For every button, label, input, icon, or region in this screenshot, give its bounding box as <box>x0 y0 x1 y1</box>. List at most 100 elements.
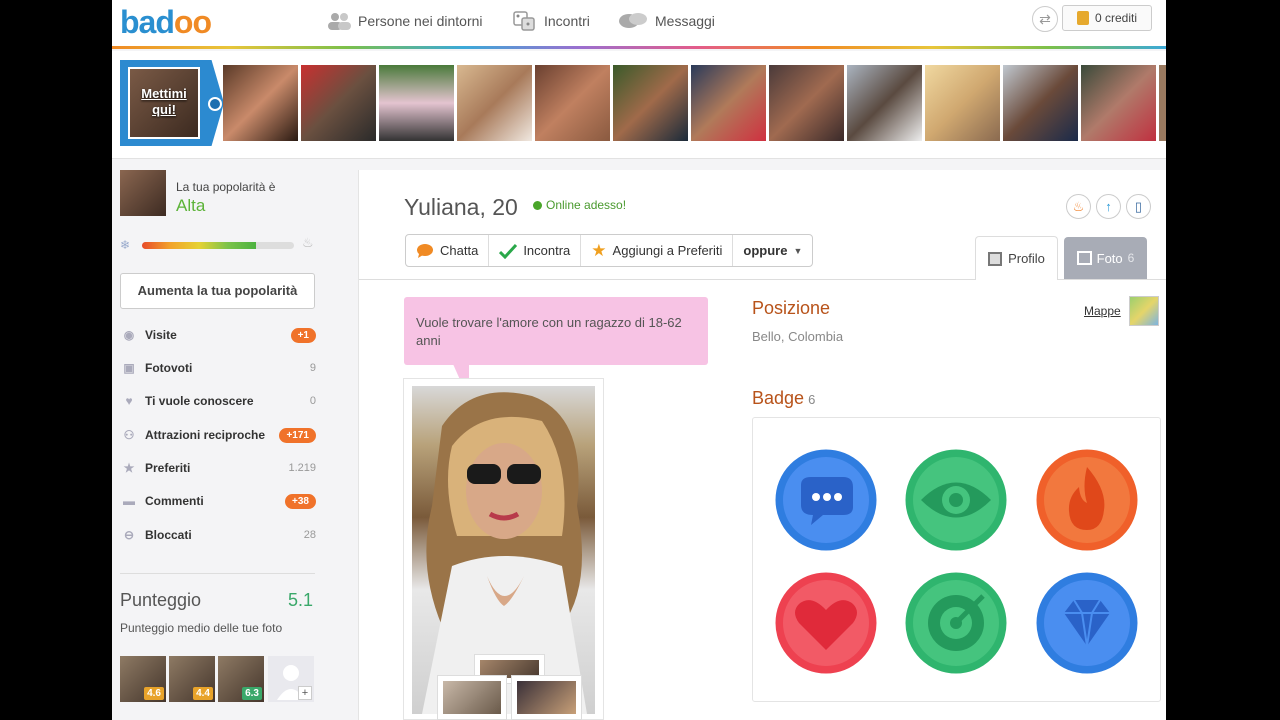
popularity-label: La tua popolarità è <box>176 180 276 194</box>
strip-thumb[interactable] <box>613 65 688 141</box>
plus-icon: + <box>298 686 312 700</box>
target-badge-icon[interactable] <box>901 568 1011 678</box>
chat-label: Chatta <box>440 243 479 258</box>
thumbnail-image <box>443 681 501 714</box>
two-people-icon: ⚇ <box>123 428 135 442</box>
add-icon <box>208 97 222 111</box>
profile-panel: Yuliana, 20 Online adesso! ♨ ↑ ▯ Chatta … <box>358 170 1166 720</box>
check-icon <box>499 243 518 259</box>
star-icon: ★ <box>123 461 135 475</box>
tab-photos[interactable]: Foto 6 <box>1064 237 1147 279</box>
switch-icon[interactable]: ⇄ <box>1032 6 1058 32</box>
target-badge-graphic <box>902 569 1010 677</box>
score-title: Punteggio <box>120 590 202 610</box>
strip-thumb[interactable] <box>379 65 454 141</box>
arrow-up-icon[interactable]: ↑ <box>1096 194 1121 219</box>
credits-button[interactable]: 0 crediti <box>1062 5 1152 31</box>
stat-comments[interactable]: ▬ Commenti +38 <box>120 490 316 512</box>
mobile-icon[interactable]: ▯ <box>1126 194 1151 219</box>
rated-photo[interactable]: 6.3 <box>218 656 264 702</box>
photo-rating: 4.4 <box>193 687 213 700</box>
strip-thumb[interactable] <box>1003 65 1078 141</box>
profile-name: Yuliana, 20 <box>404 194 518 220</box>
add-photo-button[interactable]: + <box>268 656 314 702</box>
chat-badge-icon[interactable] <box>771 445 881 555</box>
add-favorite-label: Aggiungi a Preferiti <box>612 243 723 258</box>
position-value: Bello, Colombia <box>752 329 844 344</box>
heart-badge-graphic <box>772 569 880 677</box>
stat-label: Preferiti <box>145 461 191 475</box>
stat-mutual-attractions[interactable]: ⚇ Attrazioni reciproche +171 <box>120 424 316 446</box>
coin-icon <box>1076 11 1089 25</box>
strip-thumb[interactable] <box>1081 65 1156 141</box>
strip-thumb[interactable] <box>769 65 844 141</box>
add-favorite-button[interactable]: ★ Aggiungi a Preferiti <box>581 235 734 266</box>
stat-label: Ti vuole conoscere <box>145 394 254 408</box>
strip-thumb[interactable] <box>847 65 922 141</box>
badoo-logo[interactable]: badoo <box>120 4 212 41</box>
tab-profile[interactable]: Profilo <box>975 236 1058 280</box>
nav-nearby-people[interactable]: Persone nei dintorni <box>326 10 483 32</box>
meet-button[interactable]: Incontra <box>489 235 582 266</box>
rated-photo[interactable]: 4.4 <box>169 656 215 702</box>
chat-badge-graphic <box>772 446 880 554</box>
avatar[interactable] <box>120 170 166 216</box>
diamond-badge-graphic <box>1033 569 1141 677</box>
tab-photos-label: Foto <box>1096 250 1123 266</box>
nav-encounters[interactable]: Incontri <box>512 10 590 32</box>
strip-thumb[interactable] <box>1159 65 1166 141</box>
position-title: Posizione <box>752 298 831 318</box>
badge-title-label: Badge <box>752 388 805 408</box>
eye-badge-graphic <box>902 446 1010 554</box>
strip-thumb[interactable] <box>223 65 298 141</box>
popularity-bar <box>142 242 294 249</box>
eye-icon: ◉ <box>123 328 135 342</box>
divider <box>120 573 315 574</box>
dice-icon <box>513 11 535 31</box>
diamond-badge-icon[interactable] <box>1032 568 1142 678</box>
block-icon: ⊖ <box>123 528 135 542</box>
chat-bubbles-icon <box>619 13 647 28</box>
nav-messages[interactable]: Messaggi <box>617 10 715 32</box>
strip-thumb[interactable] <box>925 65 1000 141</box>
heart-badge-icon[interactable] <box>771 568 881 678</box>
more-options-dropdown[interactable]: oppure ▼ <box>733 235 812 266</box>
strip-thumb[interactable] <box>691 65 766 141</box>
stat-visits[interactable]: ◉ Visite +1 <box>120 324 316 346</box>
map-icon[interactable] <box>1129 296 1159 326</box>
strip-thumb[interactable] <box>301 65 376 141</box>
credits-label: 0 crediti <box>1094 11 1138 25</box>
eye-badge-icon[interactable] <box>901 445 1011 555</box>
rated-photo[interactable]: 4.6 <box>120 656 166 702</box>
star-icon: ★ <box>591 240 607 260</box>
chat-icon <box>417 243 433 258</box>
fire-badge-icon[interactable] <box>1032 445 1142 555</box>
photo-thumbnail[interactable] <box>437 675 507 720</box>
strip-thumb[interactable] <box>535 65 610 141</box>
stat-count: 0 <box>309 395 316 407</box>
snowflake-icon: ❄ <box>120 238 131 252</box>
badge-panel <box>752 417 1161 702</box>
photo-thumbnail[interactable] <box>511 675 582 720</box>
map-link[interactable]: Mappe <box>1084 304 1121 318</box>
stat-favorites[interactable]: ★ Preferiti 1.219 <box>120 457 316 479</box>
photos-icon <box>1076 251 1092 265</box>
stat-label: Bloccati <box>145 528 192 542</box>
stat-wants-to-meet[interactable]: ♥ Ti vuole conoscere 0 <box>120 390 316 412</box>
stat-badge: +171 <box>279 427 316 443</box>
popularity-value: Alta <box>176 196 206 215</box>
nav-messages-label: Messaggi <box>655 13 715 29</box>
put-me-here-button[interactable]: Mettimi qui! <box>120 60 224 146</box>
stat-blocked[interactable]: ⊖ Bloccati 28 <box>120 524 316 546</box>
chat-button[interactable]: Chatta <box>406 235 490 266</box>
badge-count: 6 <box>808 392 816 407</box>
photo-rating: 4.6 <box>144 687 164 700</box>
stat-badge: +1 <box>290 327 316 343</box>
profile-card-icon <box>988 251 1003 266</box>
stat-photo-votes[interactable]: ▣ Fotovoti 9 <box>120 357 316 379</box>
stat-count: 1.219 <box>288 462 316 474</box>
boost-popularity-button[interactable]: Aumenta la tua popolarità <box>120 273 315 309</box>
tab-profile-label: Profilo <box>1008 251 1045 266</box>
flame-icon[interactable]: ♨ <box>1066 194 1091 219</box>
strip-thumb[interactable] <box>457 65 532 141</box>
